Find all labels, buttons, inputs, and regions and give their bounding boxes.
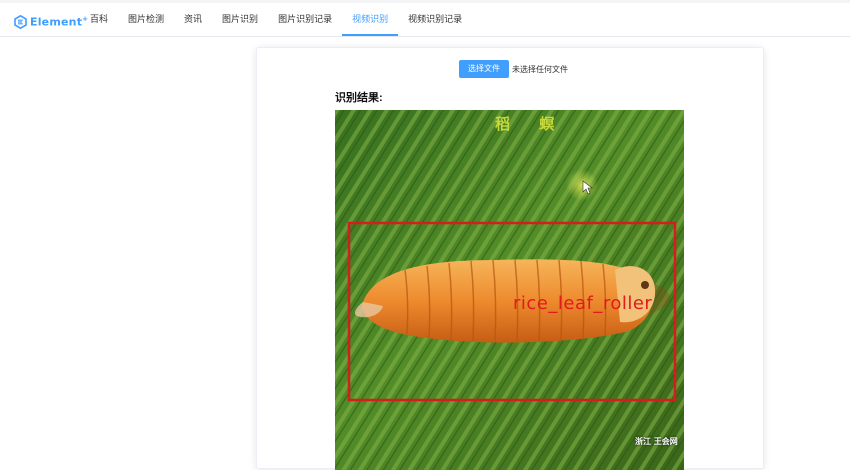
menu-item-image-recognition-records[interactable]: 图片识别记录 (268, 3, 342, 36)
recognition-card: 选择文件 未选择任何文件 识别结果: 稻 螟 rice_leaf_roller … (256, 47, 764, 470)
menu-item-image-recognition[interactable]: 图片识别 (212, 3, 268, 36)
element-logo-icon (14, 15, 27, 29)
menu-item-image-detection[interactable]: 图片检测 (118, 3, 174, 36)
file-upload-row: 选择文件 未选择任何文件 (459, 60, 568, 78)
image-watermark: 浙江 王会网 (635, 437, 678, 446)
detection-image-graphic (335, 110, 684, 470)
result-image: 稻 螟 rice_leaf_roller 浙江 王会网 (335, 110, 684, 470)
choose-file-button[interactable]: 选择文件 (459, 60, 509, 78)
detection-label: rice_leaf_roller (513, 293, 653, 314)
result-heading: 识别结果: (335, 92, 383, 104)
main-menu: 百科 图片检测 资讯 图片识别 图片识别记录 视频识别 视频识别记录 (80, 3, 472, 36)
menu-item-encyclopedia[interactable]: 百科 (80, 3, 118, 36)
menu-item-video-recognition[interactable]: 视频识别 (342, 3, 399, 36)
brand-logo[interactable]: Element+ (14, 14, 88, 30)
menu-item-news[interactable]: 资讯 (174, 3, 212, 36)
file-status-text: 未选择任何文件 (512, 64, 568, 74)
top-navbar: Element+ 百科 图片检测 资讯 图片识别 图片识别记录 视频识别 视频识… (0, 3, 850, 37)
image-caption: 稻 螟 (495, 115, 567, 133)
menu-item-video-recognition-records[interactable]: 视频识别记录 (398, 3, 472, 36)
